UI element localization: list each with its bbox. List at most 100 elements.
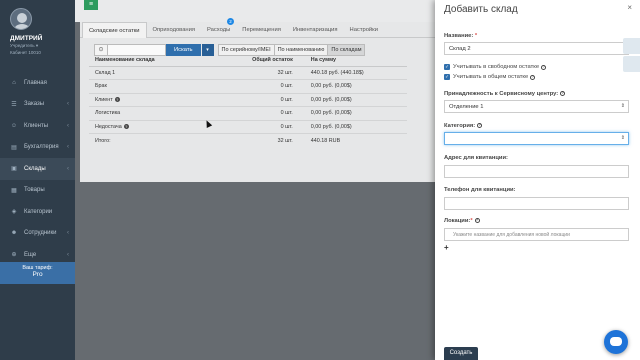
sum-cell: 0,00 руб. (0,00$) — [304, 93, 407, 107]
avatar[interactable] — [10, 8, 32, 30]
warehouse-name-cell[interactable]: Недостача? — [89, 120, 203, 134]
side-tab[interactable] — [623, 56, 640, 72]
warehouse-name-cell[interactable]: Склад 1 — [89, 66, 203, 80]
warehouse-name-cell[interactable]: Брак — [89, 79, 203, 94]
add-location-icon[interactable]: + — [444, 243, 449, 252]
tab-0[interactable]: Складские остатки — [82, 22, 147, 38]
close-icon[interactable]: × — [627, 3, 632, 12]
sidebar-item-label: Сотрудники — [24, 230, 57, 237]
chevron-updown-icon: ⇕ — [620, 135, 625, 141]
sidebar-item-4[interactable]: ▣ Склады ‹ — [0, 158, 75, 180]
tab-label: Складские остатки — [89, 28, 140, 34]
tab-4[interactable]: Инвентаризация — [287, 22, 344, 38]
sidebar-item-label: Бухгалтерия — [24, 144, 59, 151]
sum-cell: 0,00 руб. (0,00$) — [304, 79, 407, 94]
home-icon: ⌂ — [12, 79, 16, 86]
tab-label: Перемещения — [242, 27, 281, 33]
user-name: ДМИТРИЙ — [10, 35, 43, 42]
chevron-left-icon: ‹ — [67, 101, 69, 108]
total-stock-checkbox[interactable]: ✓ Учитывать в общем остатке? — [444, 74, 536, 80]
name-field[interactable]: Склад 2 — [444, 42, 629, 55]
column-header-qty[interactable]: Общий остаток — [203, 54, 305, 67]
tab-1[interactable]: Оприходования — [147, 22, 201, 38]
category-select[interactable]: ⇕ — [444, 132, 629, 145]
tariff-name: Pro — [32, 271, 43, 278]
sidebar-item-2[interactable]: ☺ Клиенты ‹ — [0, 115, 75, 137]
column-header-name[interactable]: Наименование склада — [89, 54, 203, 67]
help-icon[interactable]: ? — [530, 74, 536, 80]
locations-input[interactable]: Укажите название для добавления новой ло… — [444, 228, 629, 241]
tab-5[interactable]: Настройки — [344, 22, 384, 38]
category-label: Категория:? — [444, 123, 483, 130]
cart-icon: ☰ — [11, 101, 17, 108]
warehouse-icon: ▣ — [11, 166, 17, 173]
user-role[interactable]: Учредитель ▾ — [10, 43, 69, 49]
table-row[interactable]: Логистика 0 шт. 0,00 руб. (0,00$) — [89, 106, 407, 121]
tariff-badge[interactable]: Ваш тариф: Pro — [0, 262, 75, 284]
sidebar-item-label: Товары — [24, 187, 45, 194]
warehouse-name[interactable]: Склад 1 — [95, 70, 115, 76]
sidebar-item-6[interactable]: ◈ Категории — [0, 201, 75, 223]
checkbox-checked-icon[interactable]: ✓ — [444, 74, 450, 80]
sidebar-nav: ⌂ Главная ☰ Заказы ‹ ☺ Клиенты ‹ ▤ Бухгалтерия ‹ ▣ С… — [0, 72, 75, 266]
phone-field[interactable] — [444, 197, 629, 210]
sidebar-item-1[interactable]: ☰ Заказы ‹ — [0, 94, 75, 116]
warehouse-name-cell[interactable]: Логистика — [89, 106, 203, 121]
tag-icon: ◈ — [11, 209, 17, 216]
column-header-sum[interactable]: На сумму — [304, 54, 407, 67]
tab-label: Оприходования — [152, 27, 195, 33]
sidebar-item-label: Еще — [24, 251, 37, 258]
side-tabs — [623, 38, 640, 74]
tab-3[interactable]: Перемещения — [236, 22, 287, 38]
tab-bar: Складские остатки Оприходования Расходы 2 Пе… — [80, 18, 490, 38]
sidebar-item-5[interactable]: ▦ Товары — [0, 180, 75, 202]
sidebar-item-3[interactable]: ▤ Бухгалтерия ‹ — [0, 137, 75, 159]
create-button[interactable]: Создать — [444, 347, 478, 360]
help-icon[interactable]: ? — [560, 91, 566, 96]
service-center-label: Принадлежность к Сервисному центру:? — [444, 91, 566, 98]
table-row[interactable]: Брак 0 шт. 0,00 руб. (0,00$) — [89, 79, 407, 94]
table-total-row: Итого: 32 шт. 440.18 RUB — [89, 134, 407, 148]
chevron-left-icon: ‹ — [67, 122, 69, 129]
help-icon[interactable]: ? — [541, 64, 547, 70]
tab-2[interactable]: Расходы 2 — [201, 18, 236, 38]
help-icon[interactable]: ? — [123, 123, 129, 129]
qty-cell: 32 шт. — [203, 66, 305, 80]
service-center-select[interactable]: Отделение 1 ⇕ — [444, 100, 629, 113]
sidebar-item-label: Склады — [24, 165, 46, 172]
help-icon[interactable]: ? — [474, 218, 480, 223]
warehouse-name[interactable]: Клиент — [95, 97, 113, 103]
address-field[interactable] — [444, 165, 629, 178]
qty-cell: 0 шт. — [203, 79, 305, 94]
warehouse-name[interactable]: Брак — [95, 83, 107, 89]
warehouse-name-cell[interactable]: Клиент? — [89, 93, 203, 107]
warehouse-name[interactable]: Логистика — [95, 110, 120, 116]
side-tab[interactable] — [623, 38, 640, 54]
table-row[interactable]: Недостача? 0 шт. 0,00 руб. (0,00$) — [89, 120, 407, 134]
menu-toggle-button[interactable]: ≡ — [84, 0, 98, 10]
qty-cell: 0 шт. — [203, 106, 305, 121]
tab-badge: 2 — [227, 18, 234, 25]
chevron-left-icon: ‹ — [67, 165, 69, 172]
name-label: Название: * — [444, 33, 478, 39]
user-profile[interactable]: ДМИТРИЙ Учредитель ▾ Кабинет 10010 — [0, 0, 75, 68]
sum-cell: 0,00 руб. (0,00$) — [304, 120, 407, 134]
sidebar-item-label: Категории — [24, 208, 53, 215]
users-icon: ☺ — [10, 122, 18, 129]
sidebar-item-7[interactable]: ☻ Сотрудники ‹ — [0, 223, 75, 245]
help-icon[interactable]: ? — [114, 96, 120, 102]
help-icon[interactable]: ? — [477, 123, 483, 128]
sidebar-item-0[interactable]: ⌂ Главная — [0, 72, 75, 94]
address-label: Адрес для квитанции: — [444, 155, 508, 161]
qty-cell: 0 шт. — [203, 93, 305, 107]
checkbox-checked-icon[interactable]: ✓ — [444, 64, 450, 70]
warehouse-name[interactable]: Недостача — [95, 124, 122, 130]
sidebar-item-label: Главная — [24, 79, 47, 86]
add-warehouse-drawer: Добавить склад × Название: * Склад 2 ✓ Уч… — [435, 0, 640, 360]
tab-label: Настройки — [349, 27, 378, 33]
chat-icon[interactable] — [604, 330, 628, 354]
table-row[interactable]: Склад 1 32 шт. 440.18 руб. (440.18$) — [89, 66, 407, 80]
table-row[interactable]: Клиент? 0 шт. 0,00 руб. (0,00$) — [89, 93, 407, 107]
free-stock-checkbox[interactable]: ✓ Учитывать в свободном остатке? — [444, 64, 547, 70]
tab-label: Инвентаризация — [292, 27, 338, 33]
